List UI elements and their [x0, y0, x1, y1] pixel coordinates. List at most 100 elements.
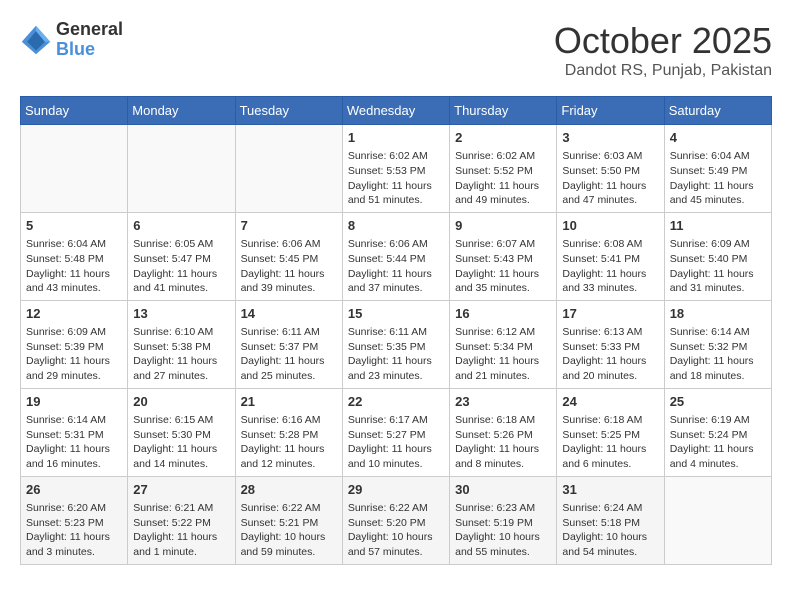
day-info: Sunrise: 6:05 AM Sunset: 5:47 PM Dayligh… — [133, 237, 229, 296]
title-block: October 2025 Dandot RS, Punjab, Pakistan — [554, 20, 772, 80]
day-info: Sunrise: 6:18 AM Sunset: 5:26 PM Dayligh… — [455, 413, 551, 472]
logo-text: General Blue — [56, 20, 123, 60]
day-number: 11 — [670, 217, 766, 235]
calendar-cell: 13 Sunrise: 6:10 AM Sunset: 5:38 PM Dayli… — [128, 300, 235, 388]
calendar-cell: 15Sunrise: 6:11 AM Sunset: 5:35 PM Dayli… — [342, 300, 449, 388]
calendar-week-row: 5 Sunrise: 6:04 AM Sunset: 5:48 PM Daylig… — [21, 212, 772, 300]
logo-icon — [20, 24, 52, 56]
day-number: 2 — [455, 129, 551, 147]
calendar-cell: 8Sunrise: 6:06 AM Sunset: 5:44 PM Daylig… — [342, 212, 449, 300]
day-info: Sunrise: 6:13 AM Sunset: 5:33 PM Dayligh… — [562, 325, 658, 384]
day-number: 12 — [26, 305, 122, 323]
calendar-cell: 25 Sunrise: 6:19 AM Sunset: 5:24 PM Dayli… — [664, 388, 771, 476]
calendar-cell — [128, 125, 235, 213]
day-number: 25 — [670, 393, 766, 411]
calendar-cell: 26 Sunrise: 6:20 AM Sunset: 5:23 PM Dayli… — [21, 476, 128, 564]
day-info: Sunrise: 6:22 AM Sunset: 5:20 PM Dayligh… — [348, 501, 444, 560]
day-number: 5 — [26, 217, 122, 235]
day-info: Sunrise: 6:03 AM Sunset: 5:50 PM Dayligh… — [562, 149, 658, 208]
day-info: Sunrise: 6:11 AM Sunset: 5:37 PM Dayligh… — [241, 325, 337, 384]
calendar-header-row: SundayMondayTuesdayWednesdayThursdayFrid… — [21, 97, 772, 125]
calendar-week-row: 12 Sunrise: 6:09 AM Sunset: 5:39 PM Dayli… — [21, 300, 772, 388]
calendar-cell: 22 Sunrise: 6:17 AM Sunset: 5:27 PM Dayli… — [342, 388, 449, 476]
day-info: Sunrise: 6:16 AM Sunset: 5:28 PM Dayligh… — [241, 413, 337, 472]
day-info: Sunrise: 6:20 AM Sunset: 5:23 PM Dayligh… — [26, 501, 122, 560]
day-number: 20 — [133, 393, 229, 411]
day-number: 26 — [26, 481, 122, 499]
day-number: 8 — [348, 217, 444, 235]
day-number: 6 — [133, 217, 229, 235]
calendar-cell: 4Sunrise: 6:04 AM Sunset: 5:49 PM Daylig… — [664, 125, 771, 213]
page-header: General Blue October 2025 Dandot RS, Pun… — [20, 20, 772, 80]
calendar-cell: 6 Sunrise: 6:05 AM Sunset: 5:47 PM Daylig… — [128, 212, 235, 300]
day-number: 9 — [455, 217, 551, 235]
calendar-cell: 31 Sunrise: 6:24 AM Sunset: 5:18 PM Dayli… — [557, 476, 664, 564]
day-info: Sunrise: 6:21 AM Sunset: 5:22 PM Dayligh… — [133, 501, 229, 560]
day-info: Sunrise: 6:24 AM Sunset: 5:18 PM Dayligh… — [562, 501, 658, 560]
calendar-day-header: Saturday — [664, 97, 771, 125]
calendar-cell: 18Sunrise: 6:14 AM Sunset: 5:32 PM Dayli… — [664, 300, 771, 388]
day-number: 24 — [562, 393, 658, 411]
calendar-day-header: Sunday — [21, 97, 128, 125]
day-number: 17 — [562, 305, 658, 323]
day-info: Sunrise: 6:14 AM Sunset: 5:32 PM Dayligh… — [670, 325, 766, 384]
calendar-day-header: Friday — [557, 97, 664, 125]
calendar-cell: 21 Sunrise: 6:16 AM Sunset: 5:28 PM Dayli… — [235, 388, 342, 476]
logo-blue: Blue — [56, 40, 123, 60]
calendar-cell: 28Sunrise: 6:22 AM Sunset: 5:21 PM Dayli… — [235, 476, 342, 564]
calendar-day-header: Wednesday — [342, 97, 449, 125]
calendar-cell: 7 Sunrise: 6:06 AM Sunset: 5:45 PM Daylig… — [235, 212, 342, 300]
calendar-cell: 30 Sunrise: 6:23 AM Sunset: 5:19 PM Dayli… — [450, 476, 557, 564]
calendar-cell: 3 Sunrise: 6:03 AM Sunset: 5:50 PM Daylig… — [557, 125, 664, 213]
day-info: Sunrise: 6:08 AM Sunset: 5:41 PM Dayligh… — [562, 237, 658, 296]
calendar-cell: 12 Sunrise: 6:09 AM Sunset: 5:39 PM Dayli… — [21, 300, 128, 388]
calendar-cell: 17 Sunrise: 6:13 AM Sunset: 5:33 PM Dayli… — [557, 300, 664, 388]
day-info: Sunrise: 6:02 AM Sunset: 5:52 PM Dayligh… — [455, 149, 551, 208]
calendar-week-row: 26 Sunrise: 6:20 AM Sunset: 5:23 PM Dayli… — [21, 476, 772, 564]
day-number: 29 — [348, 481, 444, 499]
calendar-cell: 20 Sunrise: 6:15 AM Sunset: 5:30 PM Dayli… — [128, 388, 235, 476]
location-title: Dandot RS, Punjab, Pakistan — [554, 62, 772, 80]
calendar-cell: 27Sunrise: 6:21 AM Sunset: 5:22 PM Dayli… — [128, 476, 235, 564]
calendar-cell: 1Sunrise: 6:02 AM Sunset: 5:53 PM Daylig… — [342, 125, 449, 213]
day-info: Sunrise: 6:17 AM Sunset: 5:27 PM Dayligh… — [348, 413, 444, 472]
day-info: Sunrise: 6:09 AM Sunset: 5:40 PM Dayligh… — [670, 237, 766, 296]
logo: General Blue — [20, 20, 123, 60]
day-number: 23 — [455, 393, 551, 411]
calendar-cell: 24Sunrise: 6:18 AM Sunset: 5:25 PM Dayli… — [557, 388, 664, 476]
day-info: Sunrise: 6:14 AM Sunset: 5:31 PM Dayligh… — [26, 413, 122, 472]
day-info: Sunrise: 6:15 AM Sunset: 5:30 PM Dayligh… — [133, 413, 229, 472]
day-info: Sunrise: 6:06 AM Sunset: 5:45 PM Dayligh… — [241, 237, 337, 296]
calendar-cell: 2 Sunrise: 6:02 AM Sunset: 5:52 PM Daylig… — [450, 125, 557, 213]
day-number: 21 — [241, 393, 337, 411]
day-number: 15 — [348, 305, 444, 323]
calendar-cell: 10Sunrise: 6:08 AM Sunset: 5:41 PM Dayli… — [557, 212, 664, 300]
calendar-table: SundayMondayTuesdayWednesdayThursdayFrid… — [20, 96, 772, 565]
calendar-day-header: Thursday — [450, 97, 557, 125]
day-number: 22 — [348, 393, 444, 411]
calendar-cell: 5 Sunrise: 6:04 AM Sunset: 5:48 PM Daylig… — [21, 212, 128, 300]
day-info: Sunrise: 6:23 AM Sunset: 5:19 PM Dayligh… — [455, 501, 551, 560]
day-number: 31 — [562, 481, 658, 499]
day-number: 7 — [241, 217, 337, 235]
calendar-cell: 23 Sunrise: 6:18 AM Sunset: 5:26 PM Dayli… — [450, 388, 557, 476]
day-number: 14 — [241, 305, 337, 323]
day-number: 16 — [455, 305, 551, 323]
day-info: Sunrise: 6:19 AM Sunset: 5:24 PM Dayligh… — [670, 413, 766, 472]
day-info: Sunrise: 6:10 AM Sunset: 5:38 PM Dayligh… — [133, 325, 229, 384]
day-info: Sunrise: 6:02 AM Sunset: 5:53 PM Dayligh… — [348, 149, 444, 208]
calendar-week-row: 1Sunrise: 6:02 AM Sunset: 5:53 PM Daylig… — [21, 125, 772, 213]
day-info: Sunrise: 6:09 AM Sunset: 5:39 PM Dayligh… — [26, 325, 122, 384]
day-number: 19 — [26, 393, 122, 411]
logo-general: General — [56, 20, 123, 40]
day-info: Sunrise: 6:04 AM Sunset: 5:48 PM Dayligh… — [26, 237, 122, 296]
calendar-cell — [664, 476, 771, 564]
day-number: 30 — [455, 481, 551, 499]
calendar-day-header: Monday — [128, 97, 235, 125]
calendar-cell: 14 Sunrise: 6:11 AM Sunset: 5:37 PM Dayli… — [235, 300, 342, 388]
month-title: October 2025 — [554, 20, 772, 62]
day-number: 28 — [241, 481, 337, 499]
day-number: 13 — [133, 305, 229, 323]
day-number: 3 — [562, 129, 658, 147]
calendar-week-row: 19 Sunrise: 6:14 AM Sunset: 5:31 PM Dayli… — [21, 388, 772, 476]
